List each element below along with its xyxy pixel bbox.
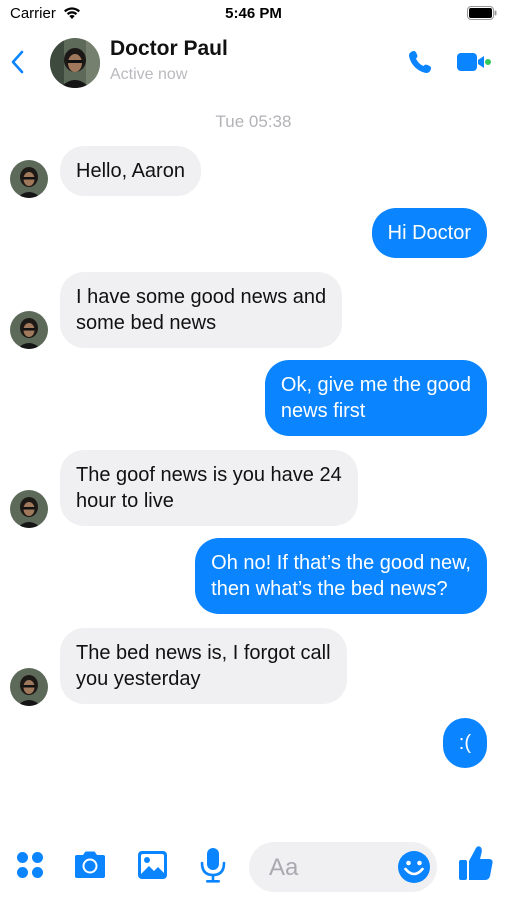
contact-name: Doctor Paul xyxy=(110,37,228,60)
camera-icon[interactable] xyxy=(72,850,108,880)
chat-header: Doctor Paul Active now xyxy=(0,28,507,98)
message-bubble-outgoing[interactable]: Oh no! If that’s the good new, then what… xyxy=(195,538,487,614)
emoji-icon[interactable] xyxy=(397,850,431,884)
conversation-timestamp: Tue 05:38 xyxy=(215,112,292,131)
status-bar: Carrier 5:46 PM xyxy=(0,0,507,28)
message-text: hour to live xyxy=(76,490,174,512)
message-bubble-incoming[interactable]: The bed news is, I forgot call you yeste… xyxy=(60,628,347,704)
message-text: news first xyxy=(280,400,366,422)
message-bubble-incoming[interactable]: I have some good news and some bed news xyxy=(60,272,343,348)
message-avatar xyxy=(10,490,48,528)
contact-status: Active now xyxy=(110,66,188,83)
video-call-icon[interactable] xyxy=(457,50,491,74)
message-avatar xyxy=(10,668,48,706)
message-text: Hi Doctor xyxy=(387,222,471,244)
back-chevron-icon[interactable] xyxy=(8,48,28,76)
contact-avatar[interactable] xyxy=(50,38,100,88)
battery-icon xyxy=(467,6,497,20)
thumbs-up-icon[interactable] xyxy=(458,844,494,882)
message-bubble-outgoing[interactable]: Ok, give me the good news first xyxy=(264,360,487,436)
message-text: :( xyxy=(458,732,471,754)
message-input-placeholder: Aa xyxy=(269,854,299,881)
apps-icon[interactable] xyxy=(15,850,45,880)
message-bubble-outgoing[interactable]: Hi Doctor xyxy=(371,208,487,258)
message-bubble-incoming[interactable]: Hello, Aaron xyxy=(60,146,201,196)
message-bubble-incoming[interactable]: The goof news is you have 24 hour to liv… xyxy=(60,450,358,526)
message-text: Hello, Aaron xyxy=(76,160,185,182)
message-bubble-outgoing[interactable]: :( xyxy=(442,718,487,768)
message-text: some bed news xyxy=(76,312,217,334)
phone-call-icon[interactable] xyxy=(407,48,435,76)
message-text: The goof news is you have 24 xyxy=(76,464,342,486)
message-text: Ok, give me the good xyxy=(280,374,471,396)
message-input[interactable]: Aa xyxy=(249,842,437,892)
clock: 5:46 PM xyxy=(225,5,282,22)
microphone-icon[interactable] xyxy=(200,847,226,883)
message-text: The bed news is, I forgot call xyxy=(76,642,331,664)
message-avatar xyxy=(10,160,48,198)
message-composer: Aa xyxy=(0,830,507,900)
message-text: you yesterday xyxy=(76,668,201,690)
message-text: I have some good news and xyxy=(76,286,327,308)
message-text: Oh no! If that’s the good new, xyxy=(211,552,471,574)
message-avatar xyxy=(10,311,48,349)
photo-gallery-icon[interactable] xyxy=(136,849,169,881)
message-text: then what’s the bed news? xyxy=(211,578,448,600)
